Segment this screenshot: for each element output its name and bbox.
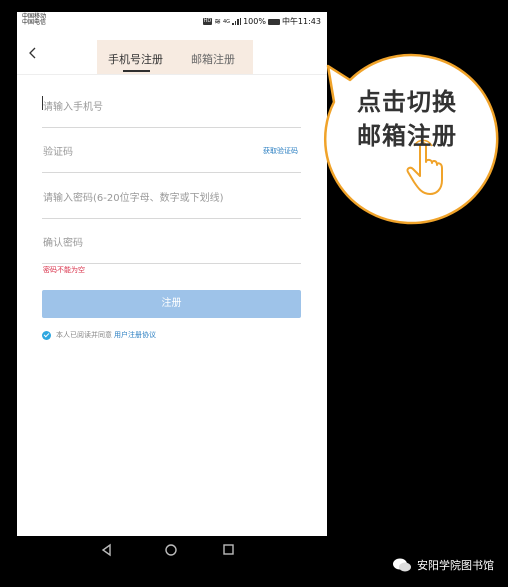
confirm-password-field[interactable]: 确认密码 — [42, 218, 301, 264]
watermark-text: 安阳学院图书馆 — [417, 559, 494, 572]
signal-type: 4G — [223, 18, 231, 25]
register-tabs: 手机号注册 邮箱注册 — [97, 40, 253, 74]
status-right: HD ≋ 4G 100% 中午11:43 — [202, 16, 321, 27]
nav-home-icon[interactable] — [165, 544, 177, 556]
battery-icon — [267, 18, 280, 25]
nav-recent-icon[interactable] — [223, 544, 234, 555]
callout-line1: 点击切换 — [357, 88, 457, 116]
agreement-link[interactable]: 用户注册协议 — [114, 330, 156, 340]
phone-placeholder: 请输入手机号 — [43, 102, 103, 113]
signal-icon — [232, 18, 242, 25]
carrier-line2: 中国电信 — [22, 19, 47, 26]
confirm-placeholder: 确认密码 — [43, 238, 83, 249]
wifi-icon: ≋ — [214, 17, 221, 26]
tab-phone-register[interactable]: 手机号注册 — [108, 51, 163, 67]
nav-bar: 手机号注册 邮箱注册 — [17, 32, 327, 75]
status-time: 中午11:43 — [281, 17, 321, 26]
phone-field[interactable]: 请输入手机号 — [42, 82, 301, 128]
active-tab-indicator — [123, 70, 150, 72]
register-button[interactable]: 注册 — [42, 290, 301, 318]
watermark: 安阳学院图书馆 — [392, 557, 494, 573]
nav-back-icon[interactable] — [101, 543, 111, 557]
agree-text: 本人已阅读并同意 — [56, 331, 112, 339]
battery-percent: 100% — [243, 17, 266, 26]
agreement-row: 本人已阅读并同意 用户注册协议 — [42, 330, 156, 340]
code-placeholder: 验证码 — [43, 147, 73, 158]
back-arrow-icon[interactable] — [26, 46, 40, 60]
status-bar: 中国移动 中国电信 HD ≋ 4G 100% 中午11:43 — [17, 12, 327, 32]
system-nav-bar — [101, 543, 234, 557]
agree-checkbox-icon[interactable] — [42, 330, 51, 340]
phone-screen: 中国移动 中国电信 HD ≋ 4G 100% 中午11:43 手机号注册 邮箱注… — [17, 12, 327, 536]
callout-line2: 邮箱注册 — [357, 122, 457, 150]
get-code-button[interactable]: 获取验证码 — [263, 146, 298, 156]
tab-email-register[interactable]: 邮箱注册 — [191, 51, 235, 67]
password-error: 密码不能为空 — [43, 266, 85, 274]
password-field[interactable]: 请输入密码(6-20位字母、数字或下划线) — [42, 173, 301, 219]
carrier-info: 中国移动 中国电信 — [22, 14, 46, 26]
code-field[interactable]: 验证码 获取验证码 — [42, 127, 301, 173]
wechat-icon — [393, 558, 411, 572]
password-placeholder: 请输入密码(6-20位字母、数字或下划线) — [43, 193, 224, 204]
hd-badge: HD — [202, 18, 213, 25]
callout-text: 点击切换 邮箱注册 — [357, 85, 457, 153]
